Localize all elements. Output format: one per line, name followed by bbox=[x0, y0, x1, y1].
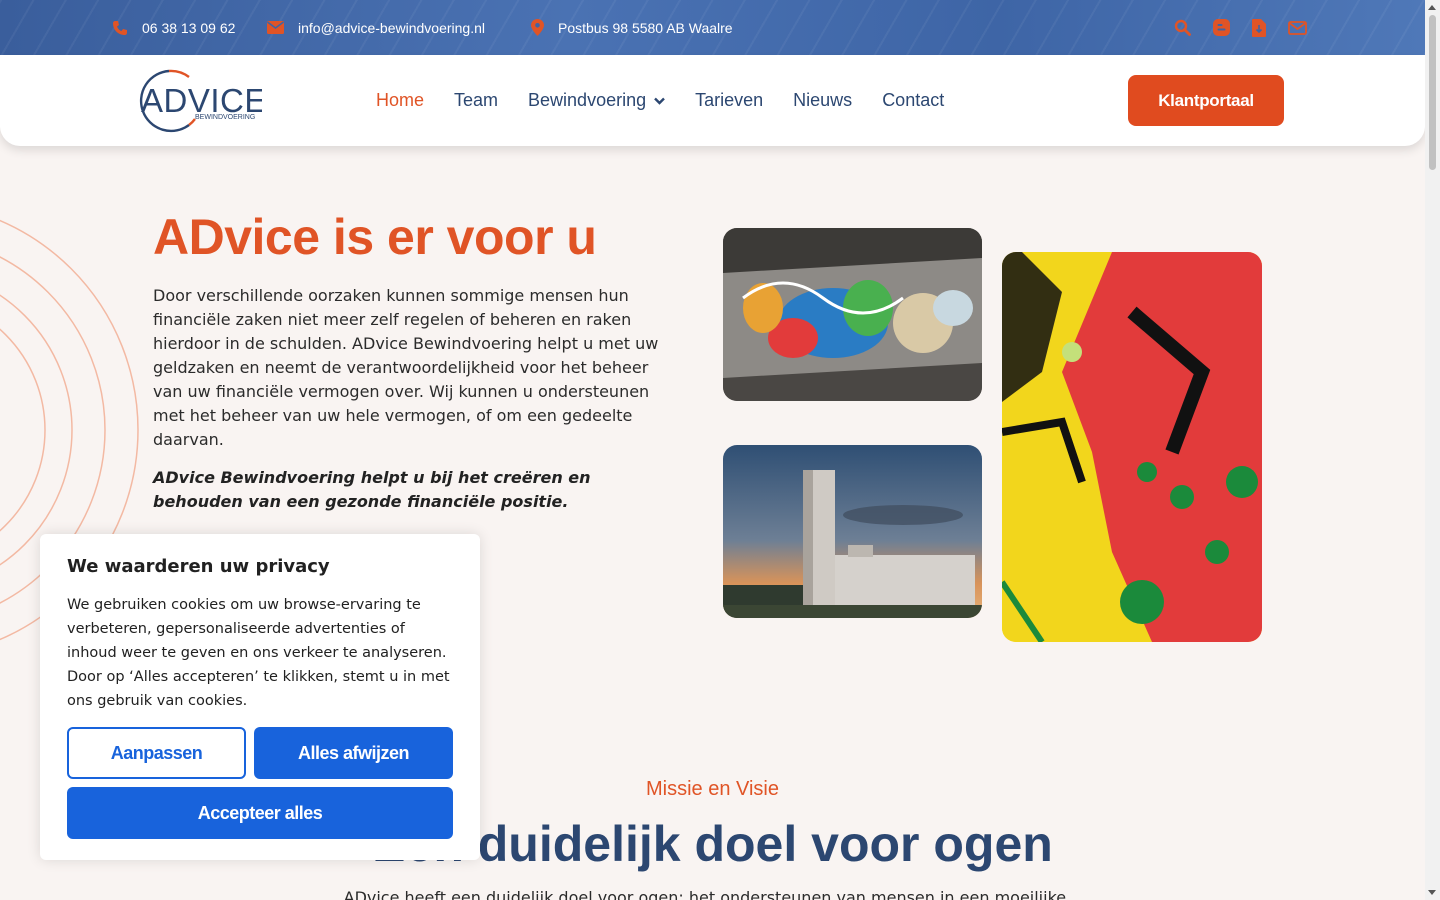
advice-logo[interactable]: ADVICE BEWINDVOERING bbox=[137, 69, 266, 133]
phone-number: 06 38 13 09 62 bbox=[142, 19, 236, 36]
search-icon[interactable] bbox=[1174, 19, 1191, 36]
graffiti-tunnel-image bbox=[723, 228, 982, 401]
cookie-consent-dialog: We waarderen uw privacy We gebruiken coo… bbox=[40, 534, 480, 860]
blogger-icon[interactable] bbox=[1213, 19, 1230, 36]
envelope-icon bbox=[267, 21, 284, 34]
nav-bewindvoering[interactable]: Bewindvoering bbox=[528, 90, 665, 111]
city-skyline-image bbox=[723, 445, 982, 618]
logo-subtext: BEWINDVOERING bbox=[195, 114, 255, 121]
main-nav: Home Team Bewindvoering Tarieven Nieuws … bbox=[376, 55, 944, 146]
chevron-down-icon bbox=[654, 97, 665, 105]
mail-icon[interactable] bbox=[1288, 20, 1307, 35]
hero-title: ADvice is er voor u bbox=[153, 209, 597, 265]
nav-tarieven[interactable]: Tarieven bbox=[695, 90, 763, 111]
customize-button[interactable]: Aanpassen bbox=[67, 727, 246, 779]
site-header: ADVICE BEWINDVOERING Home Team Bewindvoe… bbox=[0, 55, 1425, 146]
scroll-up-arrow[interactable] bbox=[1428, 5, 1436, 10]
nav-bewindvoering-label: Bewindvoering bbox=[528, 90, 647, 110]
email-contact[interactable]: info@advice-bewindvoering.nl bbox=[267, 0, 485, 55]
top-contact-bar: 06 38 13 09 62 info@advice-bewindvoering… bbox=[0, 0, 1425, 55]
klantportaal-button[interactable]: Klantportaal bbox=[1128, 75, 1284, 126]
nav-nieuws[interactable]: Nieuws bbox=[793, 90, 852, 111]
map-marker-icon bbox=[531, 19, 544, 36]
nav-home[interactable]: Home bbox=[376, 90, 424, 111]
hero-paragraph: Door verschillende oorzaken kunnen sommi… bbox=[153, 286, 659, 449]
mission-text: ADvice heeft een duidelijk doel voor oge… bbox=[343, 888, 1082, 900]
topbar-icon-group bbox=[1174, 0, 1307, 55]
scroll-down-arrow[interactable] bbox=[1428, 890, 1436, 895]
reject-all-button[interactable]: Alles afwijzen bbox=[254, 727, 453, 779]
page-scrollbar[interactable] bbox=[1425, 0, 1440, 900]
cookie-text: We gebruiken cookies om uw browse-ervari… bbox=[67, 597, 450, 709]
address-contact[interactable]: Postbus 98 5580 AB Waalre bbox=[531, 0, 733, 55]
hero-emphasis: ADvice Bewindvoering helpt u bij het cre… bbox=[153, 468, 591, 511]
phone-icon bbox=[113, 20, 127, 35]
colorful-graffiti-image bbox=[1002, 252, 1262, 642]
accept-all-button[interactable]: Accepteer alles bbox=[67, 787, 453, 839]
nav-contact[interactable]: Contact bbox=[882, 90, 944, 111]
nav-team[interactable]: Team bbox=[454, 90, 498, 111]
scrollbar-thumb[interactable] bbox=[1429, 15, 1436, 170]
file-icon[interactable] bbox=[1252, 18, 1266, 37]
postal-address: Postbus 98 5580 AB Waalre bbox=[558, 19, 733, 36]
phone-contact[interactable]: 06 38 13 09 62 bbox=[112, 0, 235, 55]
cookie-title: We waarderen uw privacy bbox=[67, 556, 330, 577]
email-address: info@advice-bewindvoering.nl bbox=[298, 19, 485, 36]
